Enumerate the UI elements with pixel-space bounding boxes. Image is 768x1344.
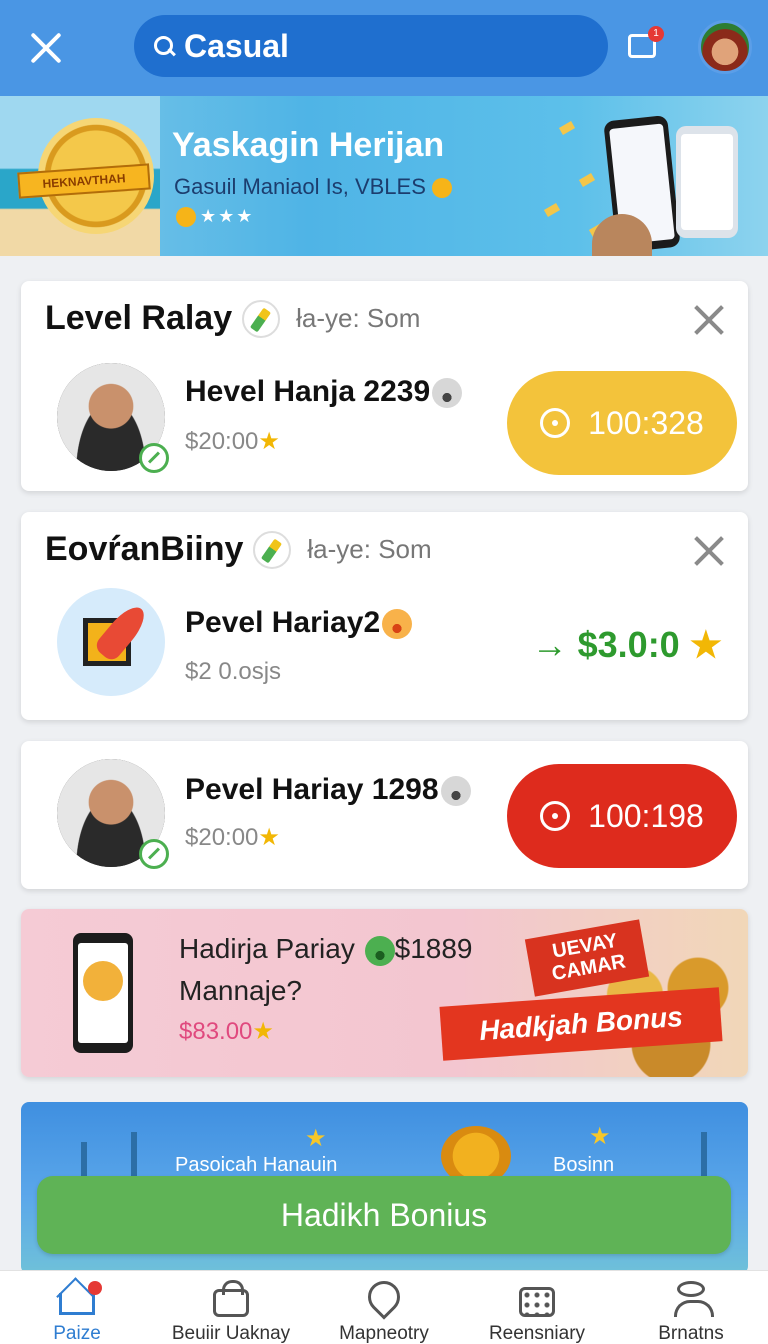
pencil-icon[interactable] <box>253 530 292 569</box>
hero-title: Yaskagin Herijan <box>172 126 445 164</box>
nav-label: Mapneotry <box>339 1323 429 1344</box>
confetti <box>543 203 561 217</box>
promo-subtitle: Mannaje? <box>179 975 302 1006</box>
hero-subtitle: Gasuil Maniaol Is, VBLES <box>174 174 456 200</box>
search-bar[interactable]: Casual <box>134 15 608 77</box>
timer-label: 100:198 <box>588 797 704 834</box>
star-icon: ★ <box>689 624 722 665</box>
nav-item-lock[interactable]: Beuiir Uaknay <box>154 1271 308 1344</box>
avatar <box>57 759 169 869</box>
confetti <box>558 121 576 135</box>
cart-badge: 1 <box>648 26 664 42</box>
phone-image <box>676 126 738 238</box>
level-card[interactable]: Pevel Hariay 1298 $20:00★ 100:198 <box>21 741 748 889</box>
timer-label: 100:328 <box>588 404 704 441</box>
card-subtitle: ła-ye: Som <box>307 534 432 564</box>
star-icon: ★ <box>258 824 280 851</box>
close-icon[interactable] <box>22 24 70 72</box>
star-icon: ★ <box>252 1018 274 1045</box>
dismiss-icon[interactable] <box>692 534 726 568</box>
verified-icon <box>139 839 169 869</box>
verified-icon <box>139 443 169 473</box>
timer-button[interactable]: 100:198 <box>507 764 737 868</box>
phone-image <box>73 933 133 1053</box>
card-title: EovŕanBiiny <box>45 530 244 568</box>
star-icon: ★ <box>305 1125 327 1152</box>
nav-item-map[interactable]: Mapneotry <box>307 1271 461 1344</box>
map-pin-icon <box>361 1274 407 1320</box>
lock-icon <box>213 1280 249 1317</box>
promo-price: $83.00★ <box>179 1018 274 1045</box>
player-price: $2 0.osjs <box>185 658 282 685</box>
dismiss-icon[interactable] <box>692 303 726 337</box>
nav-label: Reensniary <box>488 1323 586 1344</box>
coin-icon <box>432 178 453 199</box>
level-card[interactable]: EovŕanBiiny ła-ye: Som Pevel Hariay2 $2 … <box>21 512 748 720</box>
rocket-icon <box>57 588 165 696</box>
card-header: EovŕanBiiny ła-ye: Som <box>45 530 432 569</box>
nav-label: Brnatns <box>658 1323 724 1344</box>
card-title: Level Ralay <box>45 299 233 337</box>
promo-title: Hadirja Pariay $1889 <box>179 933 473 966</box>
beach-left-text: Pasoicah Hanauin <box>175 1154 338 1176</box>
profile-avatar[interactable] <box>698 20 752 74</box>
star-icon: ★ <box>589 1123 611 1150</box>
nav-item-grid[interactable]: Reensniary <box>460 1271 614 1344</box>
notification-badge <box>88 1281 102 1295</box>
level-card[interactable]: Level Ralay ła-ye: Som Hevel Hanja 2239 … <box>21 281 748 491</box>
nav-label: Beuiir Uaknay <box>171 1323 291 1344</box>
promo-card[interactable]: Hadirja Pariay $1889 Mannaje? $83.00★ UE… <box>21 909 748 1077</box>
star-icon: ★ <box>258 428 280 455</box>
nav-label: Paize <box>53 1323 101 1344</box>
user-icon <box>674 1281 714 1317</box>
promo-amount: $1889 <box>394 933 473 964</box>
avatar <box>57 363 169 473</box>
coin-icon <box>176 207 196 228</box>
emoji-icon <box>364 935 395 966</box>
bottom-nav: Paize Beuiir Uaknay Mapneotry Reensniary… <box>0 1270 768 1344</box>
card-header: Level Ralay ła-ye: Som <box>45 299 420 338</box>
home-icon <box>59 1293 95 1315</box>
player-price: $20:00★ <box>185 428 280 455</box>
confetti <box>578 173 596 187</box>
beach-right-text: Bosinn <box>553 1154 615 1176</box>
search-text: Casual <box>184 27 289 64</box>
player-price: $20:00★ <box>185 824 280 851</box>
bonus-button[interactable]: Hadikh Bonius <box>37 1176 731 1254</box>
grid-icon <box>519 1287 555 1317</box>
top-bar: Casual 1 <box>0 0 768 96</box>
hero-rating: ★★★ <box>176 206 254 228</box>
timer-icon <box>540 801 571 831</box>
emoji-icon <box>382 609 413 640</box>
cart-button[interactable]: 1 <box>624 24 664 64</box>
hero-banner[interactable]: HEKNAVTHAH Yaskagin Herijan Gasuil Mania… <box>0 96 768 256</box>
timer-button[interactable]: 100:328 <box>507 371 737 475</box>
nav-item-home[interactable]: Paize <box>0 1271 154 1344</box>
search-icon <box>152 34 176 58</box>
player-name: Pevel Hariay 1298 <box>185 773 471 807</box>
nav-item-profile[interactable]: Brnatns <box>614 1271 768 1344</box>
player-name: Hevel Hanja 2239 <box>185 375 463 409</box>
pencil-icon[interactable] <box>242 299 281 338</box>
emoji-icon <box>432 378 463 409</box>
reward-amount[interactable]: → $3.0:0 ★ <box>532 624 722 666</box>
timer-icon <box>540 408 571 438</box>
emoji-icon <box>440 776 471 807</box>
player-name: Pevel Hariay2 <box>185 606 413 640</box>
card-subtitle: ła-ye: Som <box>296 303 421 333</box>
